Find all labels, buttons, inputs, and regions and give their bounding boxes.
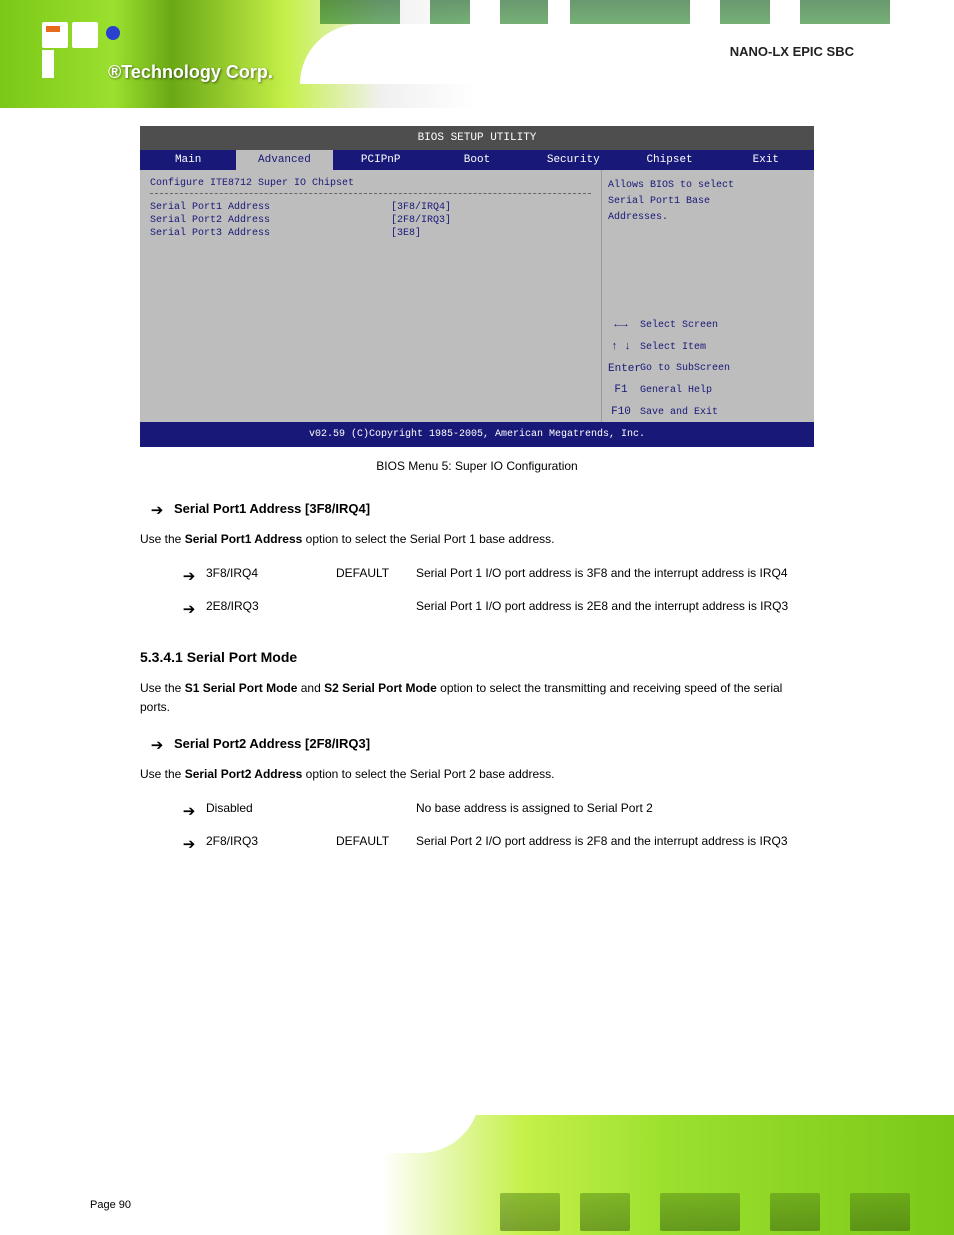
setting2-opt2-default: DEFAULT: [336, 831, 416, 853]
product-name: NANO-LX EPIC SBC: [730, 44, 854, 59]
bios-tip-line1: Allows BIOS to select: [608, 178, 808, 194]
bios-tab-boot: Boot: [429, 150, 525, 170]
bios-screenshot: BIOS SETUP UTILITY Main Advanced PCIPnP …: [140, 126, 814, 447]
subsection-desc: Use the S1 Serial Port Mode and S2 Seria…: [140, 679, 814, 717]
bios-tab-pcipnp: PCIPnP: [333, 150, 429, 170]
bios-nav-save: Save and Exit: [640, 404, 718, 422]
setting1-opt2-text: Serial Port 1 I/O port address is 2E8 an…: [416, 596, 814, 618]
bios-opt-com1-value: [3F8/IRQ4]: [391, 202, 591, 213]
setting1-opt1-text: Serial Port 1 I/O port address is 3F8 an…: [416, 563, 814, 585]
setting2-opt2-label: 2F8/IRQ3: [206, 831, 336, 853]
page-number: Page 90: [90, 1199, 131, 1211]
arrow-icon: ➔: [172, 831, 206, 858]
bios-nav-help: General Help: [640, 382, 712, 400]
bios-tab-exit: Exit: [718, 150, 814, 170]
subsection-number: 5.3.4.1 Serial Port Mode: [140, 649, 814, 665]
bios-opt-com2-label: Serial Port2 Address: [150, 215, 391, 226]
bios-tab-chipset: Chipset: [621, 150, 717, 170]
arrow-icon: ➔: [172, 798, 206, 825]
setting2-opt1-text: No base address is assigned to Serial Po…: [416, 798, 814, 820]
updown-icon: ↑ ↓: [608, 338, 634, 358]
brand-tagline: ®Technology Corp.: [108, 62, 273, 83]
bios-nav-screen: Select Screen: [640, 317, 718, 335]
f1-key-label: F1: [608, 381, 634, 401]
bios-nav-sub: Go to SubScreen: [640, 360, 730, 378]
setting1-opt1-label: 3F8/IRQ4: [206, 563, 336, 585]
arrow-icon: ➔: [140, 497, 174, 524]
bios-opt-com1-label: Serial Port1 Address: [150, 202, 391, 213]
bios-title: BIOS SETUP UTILITY: [140, 126, 814, 150]
enter-key-label: Enter: [608, 360, 634, 380]
bios-nav-item: Select Item: [640, 339, 706, 357]
setting2-title: Serial Port2 Address [2F8/IRQ3]: [174, 732, 370, 755]
bios-opt-com2-value: [2F8/IRQ3]: [391, 215, 591, 226]
setting1-opt1-default: DEFAULT: [336, 563, 416, 585]
bios-tabbar: Main Advanced PCIPnP Boot Security Chips…: [140, 150, 814, 170]
bios-tip-line2: Serial Port1 Base: [608, 194, 808, 210]
bios-opt-com3-value: [3E8]: [391, 228, 591, 239]
setting1-title: Serial Port1 Address [3F8/IRQ4]: [174, 497, 370, 520]
setting1-opt2-label: 2E8/IRQ3: [206, 596, 336, 618]
bios-left-header: Configure ITE8712 Super IO Chipset: [150, 178, 591, 189]
leftright-icon: ←→: [608, 316, 634, 336]
arrow-icon: ➔: [172, 563, 206, 590]
arrow-icon: ➔: [172, 596, 206, 623]
bios-tab-advanced: Advanced: [236, 150, 332, 170]
bios-caption: BIOS Menu 5: Super IO Configuration: [140, 459, 814, 473]
arrow-icon: ➔: [140, 732, 174, 759]
setting2-desc: Use the Serial Port2 Address option to s…: [140, 765, 814, 784]
bios-tab-security: Security: [525, 150, 621, 170]
bios-tip-line3: Addresses.: [608, 210, 808, 226]
setting2-opt2-text: Serial Port 2 I/O port address is 2F8 an…: [416, 831, 814, 853]
f10-key-label: F10: [608, 403, 634, 423]
setting2-opt1-label: Disabled: [206, 798, 336, 820]
setting1-desc: Use the Serial Port1 Address option to s…: [140, 530, 814, 549]
bios-opt-com3-label: Serial Port3 Address: [150, 228, 391, 239]
bios-tab-main: Main: [140, 150, 236, 170]
